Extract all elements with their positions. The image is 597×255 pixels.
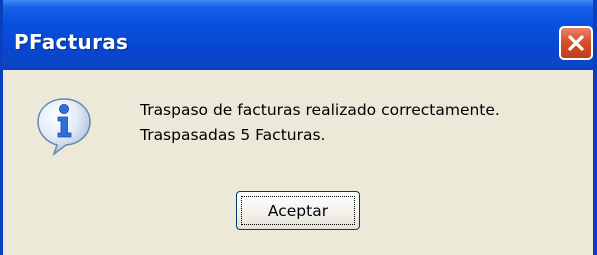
close-button[interactable]	[559, 26, 593, 60]
ok-button[interactable]: Aceptar	[236, 191, 360, 230]
title-bar[interactable]: PFacturas	[3, 0, 593, 70]
message-line-2: Traspasadas 5 Facturas.	[140, 126, 326, 144]
dialog-window: PFacturas Traspaso de facturas realizado…	[0, 0, 597, 255]
window-title: PFacturas	[14, 30, 129, 54]
close-icon	[568, 35, 584, 51]
message-line-1: Traspaso de facturas realizado correctam…	[140, 101, 500, 119]
dialog-message: Traspaso de facturas realizado correctam…	[140, 98, 500, 148]
info-icon	[37, 98, 91, 157]
ok-button-label: Aceptar	[267, 201, 329, 220]
